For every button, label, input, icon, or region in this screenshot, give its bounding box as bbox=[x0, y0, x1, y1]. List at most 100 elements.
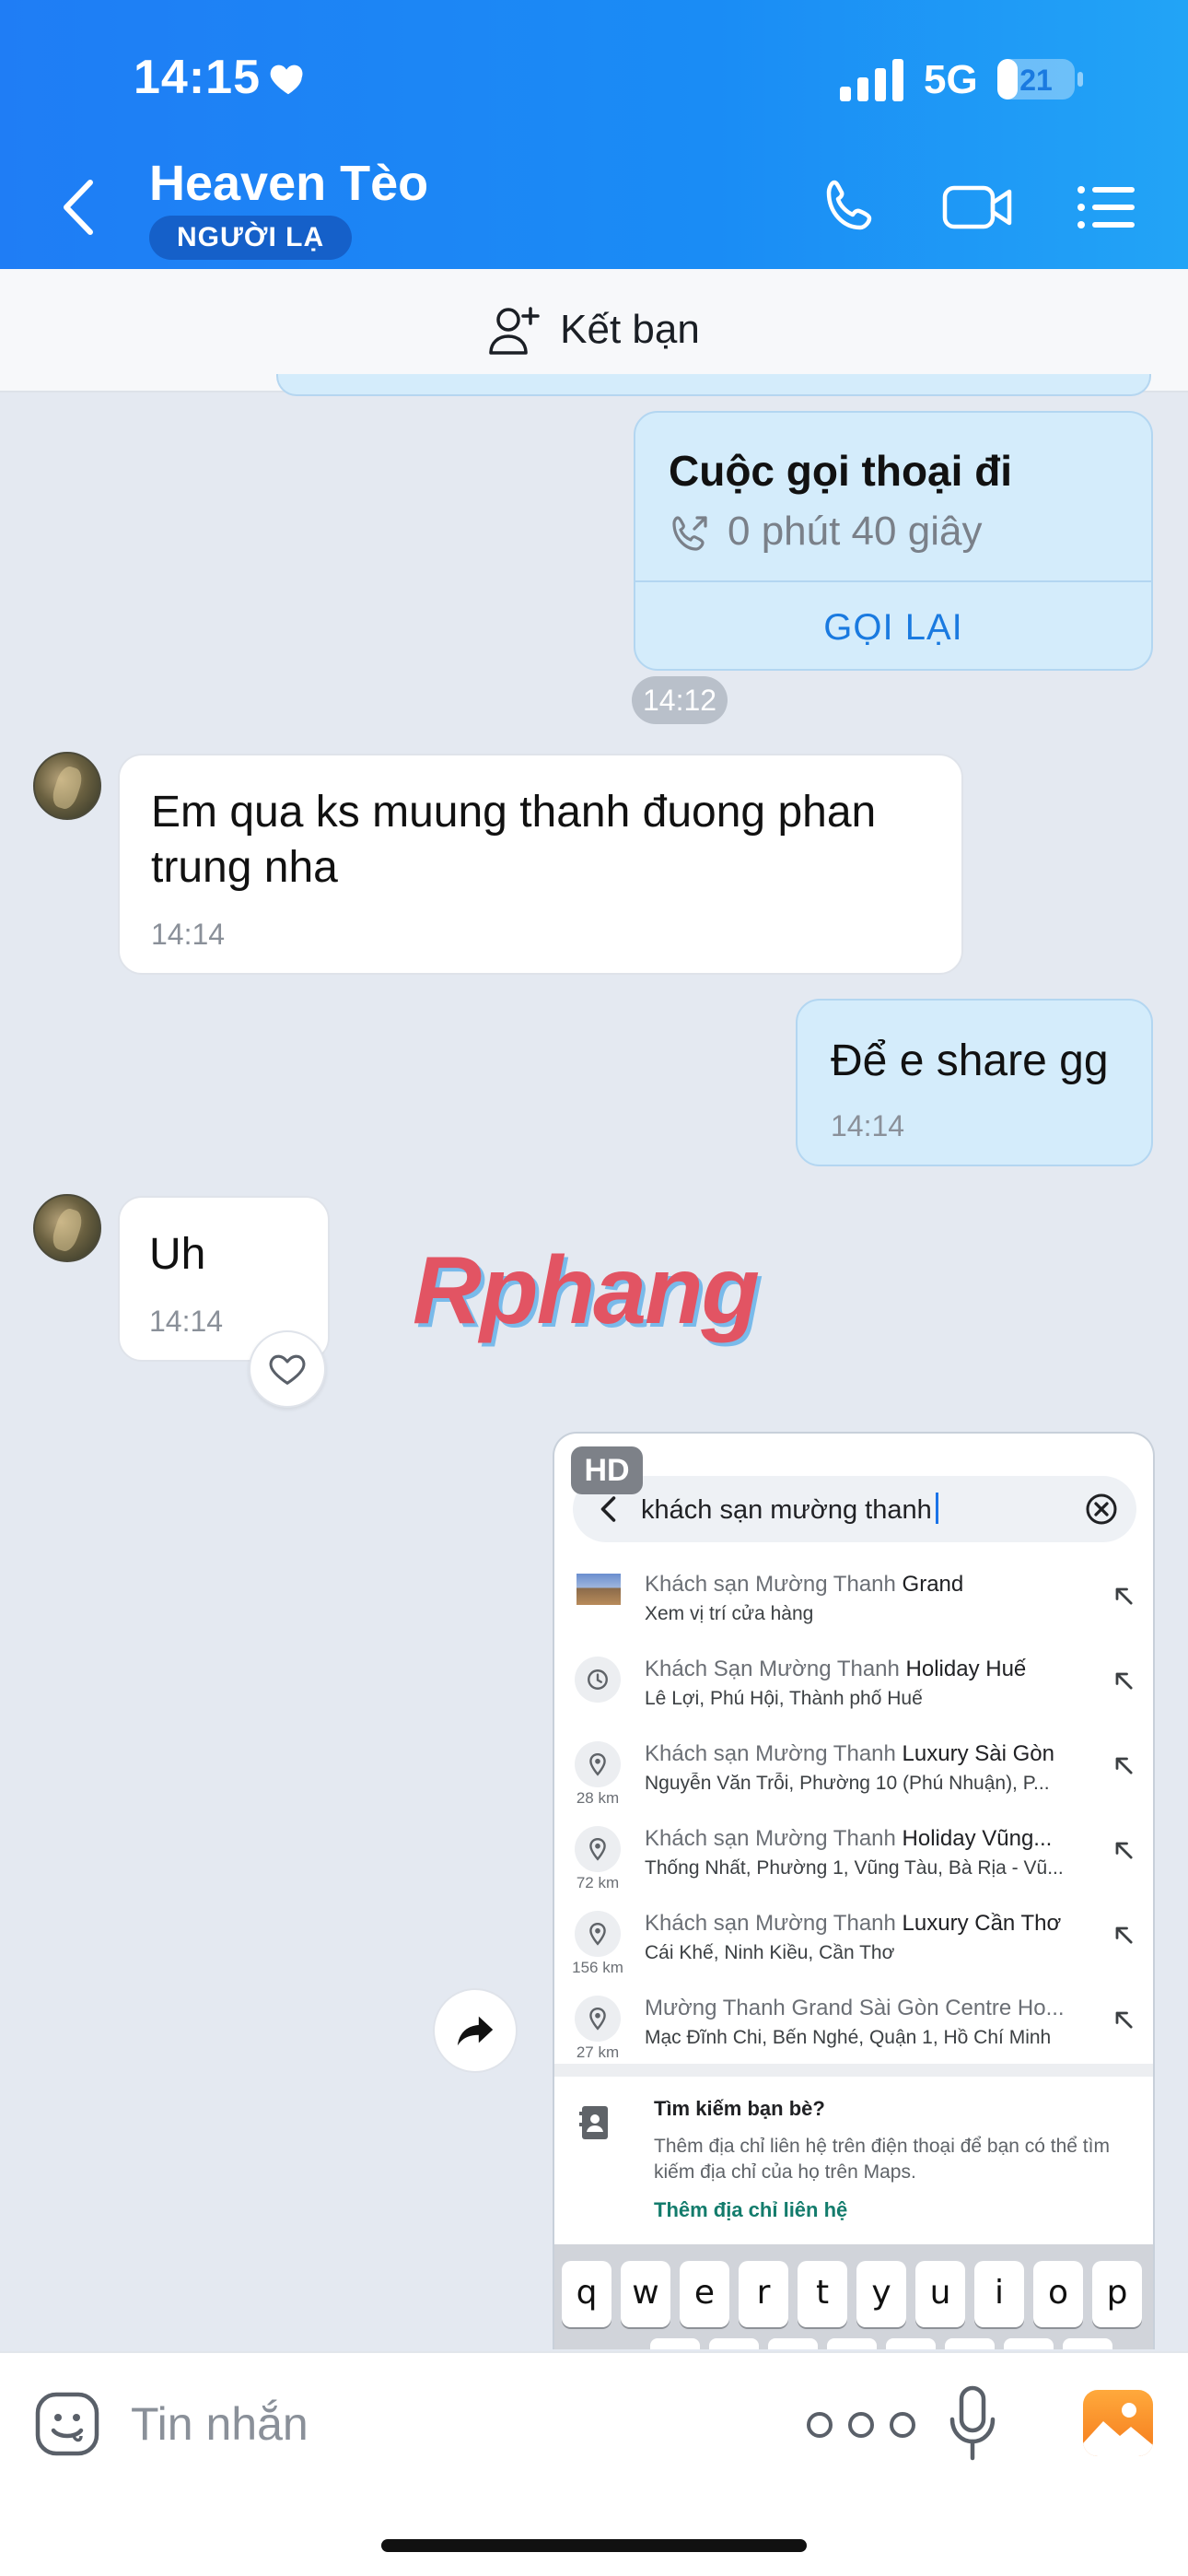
hd-badge: HD bbox=[571, 1446, 643, 1494]
contacts-icon bbox=[579, 2106, 608, 2139]
result-address: Nguyễn Văn Trỗi, Phường 10 (Phú Nhuận), … bbox=[645, 1773, 1050, 1794]
add-friend-label: Kết bạn bbox=[560, 307, 700, 352]
message-time: 14:14 bbox=[831, 1109, 905, 1142]
key-r: r bbox=[739, 2261, 788, 2327]
incoming-message-bubble[interactable]: Em qua ks muung thanh đuong phan trung n… bbox=[118, 754, 963, 975]
fill-query-arrow-icon bbox=[1115, 1587, 1133, 1605]
fill-query-arrow-icon bbox=[1115, 1842, 1133, 1859]
shared-image-message[interactable]: khách sạn mường thanh HD Khách sạn Mường… bbox=[553, 1432, 1155, 2349]
message-text: Em qua ks muung thanh đuong phan trung n… bbox=[151, 788, 877, 892]
key-partial bbox=[827, 2338, 877, 2349]
previous-message-bubble bbox=[276, 374, 1151, 396]
back-chevron-icon[interactable] bbox=[55, 175, 101, 240]
location-pin-icon bbox=[575, 1911, 621, 1957]
react-heart-button[interactable] bbox=[249, 1330, 326, 1408]
key-partial bbox=[709, 2338, 759, 2349]
fill-query-arrow-icon bbox=[1115, 1757, 1133, 1774]
call-duration: 0 phút 40 giây bbox=[728, 509, 983, 554]
home-indicator bbox=[381, 2539, 807, 2552]
result-address: Lê Lợi, Phú Hội, Thành phố Huế bbox=[645, 1688, 923, 1709]
result-address: Xem vị trí cửa hàng bbox=[645, 1603, 814, 1624]
network-type: 5G bbox=[924, 57, 978, 102]
key-i: i bbox=[974, 2261, 1024, 2327]
phone-icon[interactable] bbox=[818, 175, 882, 240]
location-pin-icon bbox=[575, 1826, 621, 1872]
key-w: w bbox=[621, 2261, 670, 2327]
hotel-thumbnail bbox=[577, 1574, 621, 1605]
result-name: Khách Sạn Mường Thanh Holiday Huế bbox=[645, 1657, 1027, 1681]
fill-query-arrow-icon bbox=[1115, 2011, 1133, 2029]
fill-query-arrow-icon bbox=[1115, 1672, 1133, 1690]
message-time: 14:14 bbox=[151, 918, 226, 951]
fill-query-arrow-icon bbox=[1115, 1926, 1133, 1944]
maps-result-item: Khách sạn Mường Thanh Grand Xem vị trí cử… bbox=[554, 1561, 1153, 1645]
result-address: Thống Nhất, Phường 1, Vũng Tàu, Bà Rịa -… bbox=[645, 1857, 1064, 1879]
key-partial bbox=[945, 2338, 995, 2349]
heart-icon bbox=[270, 64, 303, 95]
video-icon[interactable] bbox=[941, 175, 1013, 240]
battery-icon: 21 bbox=[997, 59, 1083, 100]
more-dots-icon[interactable] bbox=[801, 2408, 921, 2441]
call-back-button[interactable]: GỌI LẠI bbox=[635, 582, 1151, 673]
maps-result-item: 72 km Khách sạn Mường Thanh Holiday Vũng.… bbox=[554, 1815, 1153, 1900]
maps-result-item: 28 km Khách sạn Mường Thanh Luxury Sài Gò… bbox=[554, 1730, 1153, 1815]
outgoing-message-bubble[interactable]: Để e share gg 14:14 bbox=[796, 999, 1153, 1166]
clear-icon bbox=[1086, 1493, 1117, 1525]
key-o: o bbox=[1033, 2261, 1083, 2327]
chat-header: 14:15 5G 21 Heaven Tèo NGƯỜI LẠ bbox=[0, 0, 1188, 269]
key-partial bbox=[1063, 2338, 1112, 2349]
maps-result-item: 27 km Mường Thanh Grand Sài Gòn Centre Ho… bbox=[554, 1985, 1153, 2069]
back-arrow-icon bbox=[600, 1496, 616, 1522]
history-icon bbox=[575, 1657, 621, 1703]
phone-outgoing-icon bbox=[672, 516, 707, 551]
result-name: Khách sạn Mường Thanh Luxury Sài Gòn bbox=[645, 1741, 1054, 1766]
key-partial bbox=[768, 2338, 818, 2349]
avatar[interactable] bbox=[33, 752, 101, 820]
contact-name[interactable]: Heaven Tèo bbox=[149, 155, 428, 212]
distance: 72 km bbox=[576, 1874, 620, 1891]
keyboard: qwertyuiop bbox=[554, 2244, 1153, 2349]
distance: 156 km bbox=[572, 1959, 623, 1976]
gallery-icon[interactable] bbox=[1083, 2390, 1153, 2456]
emoji-icon[interactable] bbox=[33, 2390, 101, 2458]
key-partial bbox=[1004, 2338, 1054, 2349]
distance: 27 km bbox=[576, 2043, 620, 2061]
distance: 28 km bbox=[576, 1789, 620, 1807]
result-address: Mạc Đĩnh Chi, Bến Nghé, Quận 1, Hồ Chí M… bbox=[645, 2027, 1052, 2048]
heart-outline-icon bbox=[269, 1354, 306, 1385]
battery-level: 21 bbox=[1019, 64, 1053, 97]
location-pin-icon bbox=[575, 1996, 621, 2042]
signal-icon bbox=[840, 59, 903, 101]
status-time: 14:15 bbox=[134, 51, 261, 104]
maps-search-bar: khách sạn mường thanh bbox=[573, 1476, 1136, 1542]
message-text: Uh bbox=[149, 1230, 206, 1279]
key-u: u bbox=[915, 2261, 965, 2327]
maps-result-item: Khách Sạn Mường Thanh Holiday Huế Lê Lợi,… bbox=[554, 1645, 1153, 1730]
result-name: Mường Thanh Grand Sài Gòn Centre Ho... bbox=[645, 1996, 1065, 2020]
call-log-bubble[interactable]: Cuộc gọi thoại đi 0 phút 40 giây GỌI LẠI bbox=[634, 411, 1153, 671]
message-text: Để e share gg bbox=[831, 1036, 1109, 1085]
message-input[interactable] bbox=[131, 2390, 683, 2458]
message-time: 14:14 bbox=[149, 1305, 224, 1338]
key-t: t bbox=[798, 2261, 847, 2327]
search-query: khách sạn mường thanh bbox=[641, 1493, 938, 1526]
key-y: y bbox=[856, 2261, 906, 2327]
key-q: q bbox=[562, 2261, 611, 2327]
divider bbox=[554, 2064, 1153, 2077]
key-e: e bbox=[680, 2261, 729, 2327]
list-icon[interactable] bbox=[1074, 175, 1138, 240]
stranger-badge: NGƯỜI LẠ bbox=[149, 216, 353, 260]
share-forward-button[interactable] bbox=[433, 1988, 518, 2073]
key-partial bbox=[886, 2338, 936, 2349]
call-title: Cuộc gọi thoại đi bbox=[669, 447, 1013, 495]
key-p: p bbox=[1092, 2261, 1142, 2327]
mic-icon[interactable] bbox=[949, 2384, 996, 2462]
add-user-icon bbox=[489, 307, 540, 355]
result-address: Cái Khế, Ninh Kiều, Cần Thơ bbox=[645, 1942, 895, 1963]
result-name: Khách sạn Mường Thanh Holiday Vũng... bbox=[645, 1826, 1053, 1851]
result-name: Khách sạn Mường Thanh Luxury Cần Thơ bbox=[645, 1911, 1062, 1936]
find-friends-description: Thêm địa chỉ liên hệ trên điện thoại để … bbox=[654, 2136, 1110, 2183]
avatar[interactable] bbox=[33, 1194, 101, 1262]
add-contacts-link: Thêm địa chỉ liên hệ bbox=[654, 2198, 848, 2221]
maps-result-item: 156 km Khách sạn Mường Thanh Luxury Cần T… bbox=[554, 1900, 1153, 1985]
